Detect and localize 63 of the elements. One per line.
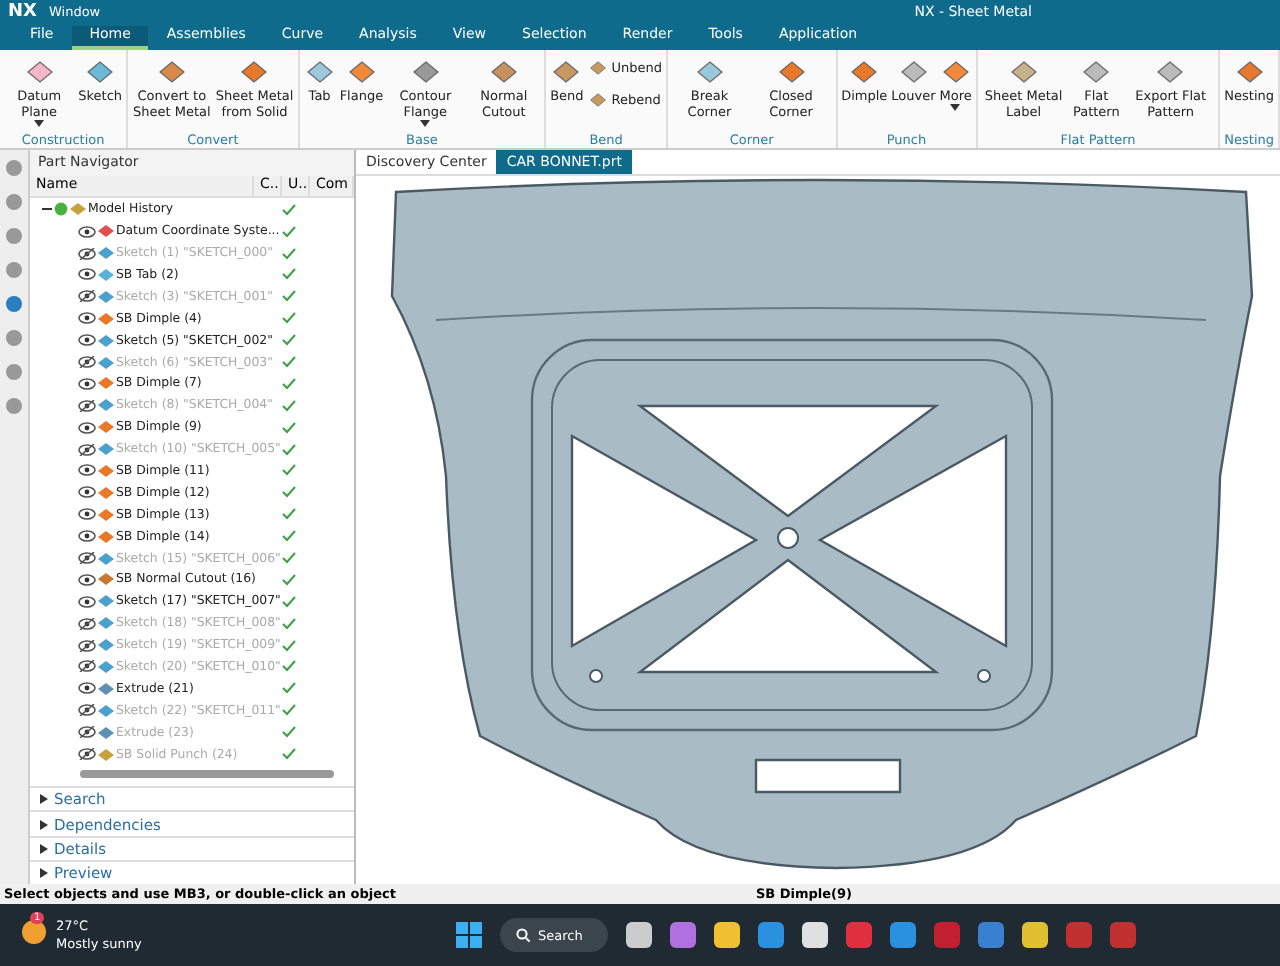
command-icon [345,56,378,88]
hidden-eye-icon[interactable] [78,617,96,630]
command-icon [1080,56,1113,88]
command-icon [587,58,608,78]
collapse-icon[interactable] [42,204,52,215]
eye-icon[interactable] [78,682,96,695]
eye-icon[interactable] [78,573,96,586]
eye-icon[interactable] [78,421,96,434]
taskbar-app-icon[interactable] [1022,922,1048,948]
taskbar-app-icon[interactable] [714,922,740,948]
eye-icon[interactable] [78,225,96,238]
eye-icon[interactable] [78,377,96,390]
eye-icon[interactable] [78,464,96,477]
eye-icon[interactable] [78,530,96,543]
hidden-eye-icon[interactable] [78,356,96,369]
command-icon [487,56,520,88]
command-icon [1233,56,1266,88]
search-icon [516,928,530,942]
expand-icon [40,867,48,878]
command-icon [693,56,726,88]
command-icon [775,56,808,88]
eye-icon[interactable] [78,268,96,281]
eye-icon[interactable] [78,312,96,325]
taskbar-app-icon[interactable] [802,922,828,948]
hidden-eye-icon[interactable] [78,660,96,673]
caret-icon [34,120,45,128]
expand-icon [40,794,48,805]
command-icon [1007,56,1040,88]
command-icon [84,56,117,88]
app-logo: NX [8,2,37,22]
command-icon [23,56,56,88]
scrollbar[interactable] [80,770,334,779]
command-icon [155,56,188,88]
eye-icon[interactable] [78,334,96,347]
eye-icon[interactable] [78,595,96,608]
command-icon [939,56,972,88]
command-icon [409,56,442,88]
command-icon [587,90,608,110]
weather-icon[interactable] [20,918,48,946]
command-icon [848,56,881,88]
hidden-eye-icon[interactable] [78,639,96,652]
taskbar-app-icon[interactable] [626,922,652,948]
hidden-eye-icon[interactable] [78,552,96,565]
command-icon [550,56,583,88]
eye-icon[interactable] [78,508,96,521]
hidden-eye-icon[interactable] [78,443,96,456]
hidden-eye-icon[interactable] [78,726,96,739]
command-icon [897,56,930,88]
hidden-eye-icon[interactable] [78,704,96,717]
status-icon [54,202,68,217]
command-icon [303,56,336,88]
command-icon [238,56,271,88]
start-icon[interactable] [456,922,482,948]
hidden-eye-icon[interactable] [78,748,96,761]
expand-icon [40,843,48,854]
eye-icon[interactable] [78,486,96,499]
caret-icon [420,120,431,128]
command-icon [1154,56,1187,88]
caret-icon [950,104,961,112]
hidden-eye-icon[interactable] [78,290,96,303]
hidden-eye-icon[interactable] [78,399,96,412]
hidden-eye-icon[interactable] [78,247,96,260]
expand-icon [40,819,48,830]
